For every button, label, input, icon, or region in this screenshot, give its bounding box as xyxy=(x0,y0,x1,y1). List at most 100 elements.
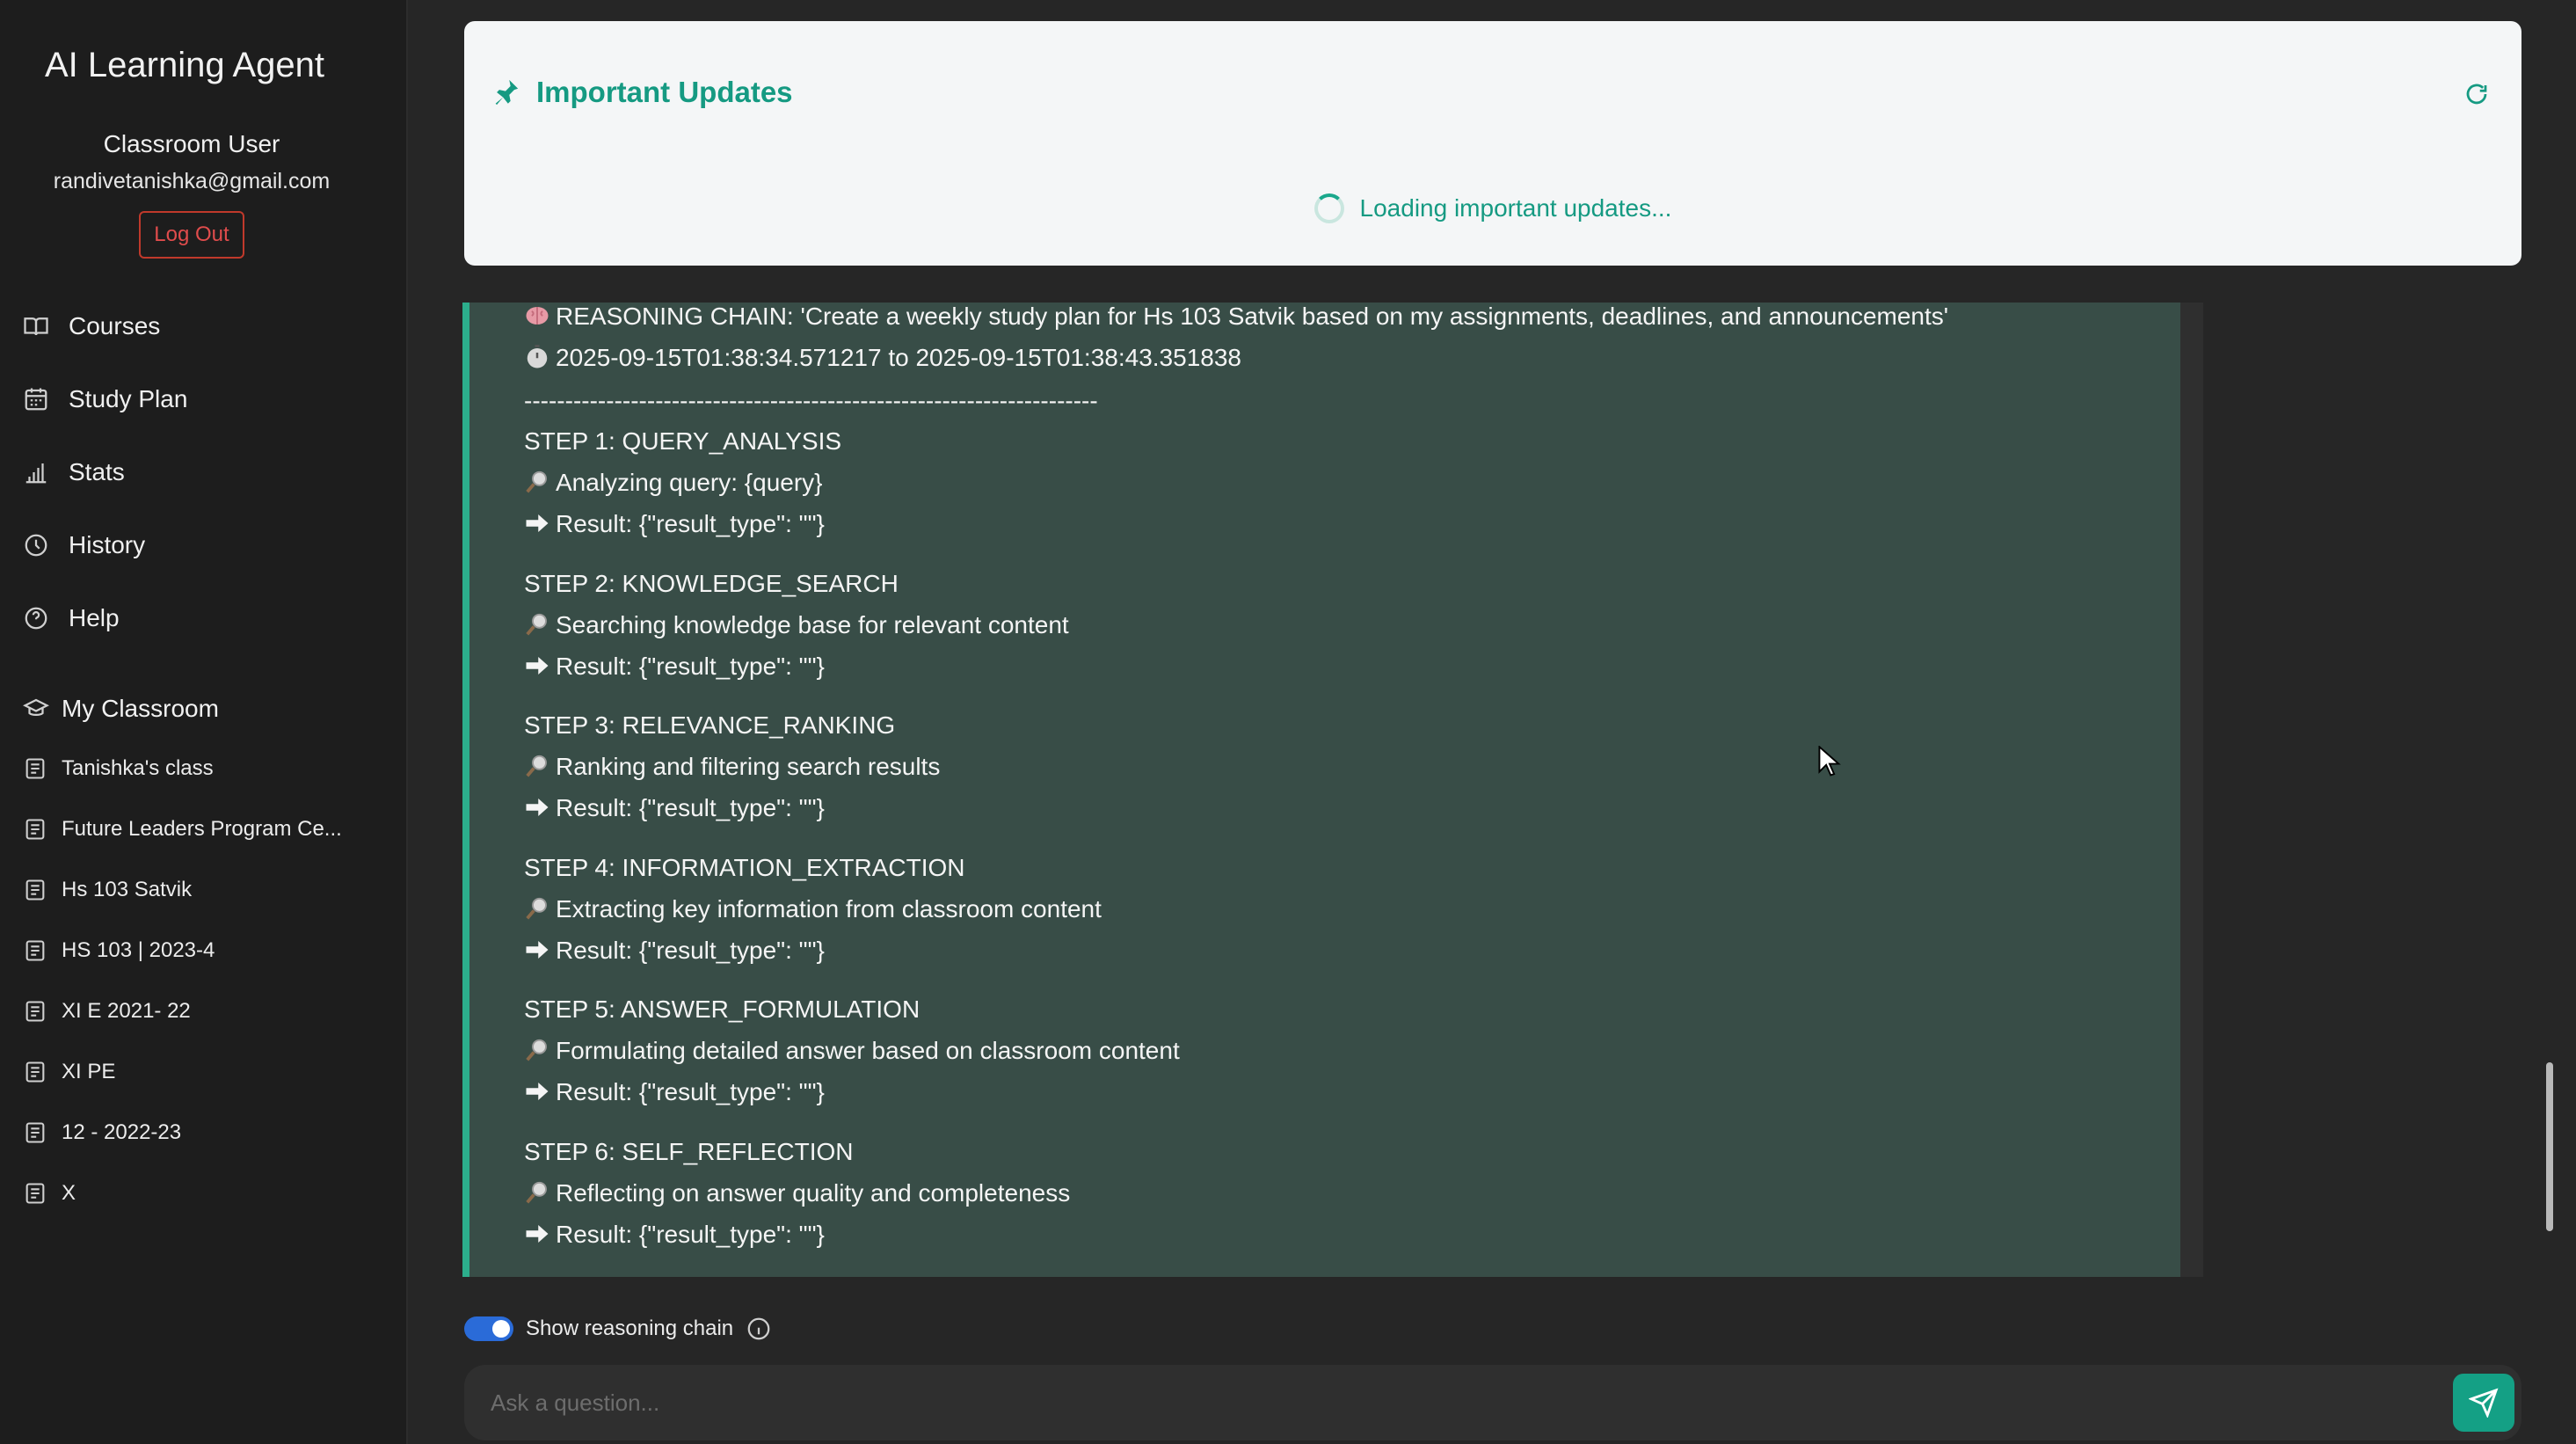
class-label: Tanishka's class xyxy=(62,756,214,780)
magnifier-icon xyxy=(526,755,547,777)
step-title: STEP 3: RELEVANCE_RANKING xyxy=(524,711,896,739)
document-icon xyxy=(25,819,45,840)
document-icon xyxy=(25,1122,45,1143)
class-item[interactable]: XI E 2021- 22 xyxy=(23,994,191,1029)
brain-icon xyxy=(526,307,549,325)
step-result-text: Result: {"result_type": ""} xyxy=(556,794,825,821)
step-result-text: Result: {"result_type": ""} xyxy=(556,653,825,680)
updates-title: Important Updates xyxy=(536,76,793,108)
step-result-text: Result: {"result_type": ""} xyxy=(556,510,825,537)
send-icon xyxy=(2469,1388,2499,1418)
help-circle-icon xyxy=(25,607,47,630)
loading-indicator: Loading important updates... xyxy=(464,193,2521,223)
document-icon xyxy=(25,1061,45,1083)
class-label: X xyxy=(62,1181,76,1205)
clock-icon xyxy=(25,534,47,557)
graduation-cap-icon xyxy=(23,698,49,716)
calendar-icon xyxy=(25,388,47,411)
step-action-text: Reflecting on answer quality and complet… xyxy=(556,1179,1071,1207)
step-result: Result: {"result_type": ""} xyxy=(524,1078,825,1106)
class-label: XI E 2021- 22 xyxy=(62,999,191,1023)
arrow-right-icon xyxy=(526,657,549,675)
sidebar: AI Learning Agent Classroom User randive… xyxy=(0,0,408,1444)
question-bar xyxy=(464,1365,2521,1440)
class-item[interactable]: 12 - 2022-23 xyxy=(23,1115,181,1150)
step-action: Analyzing query: {query} xyxy=(524,469,823,497)
my-classroom-header: My Classroom xyxy=(23,695,219,723)
step-title: STEP 1: QUERY_ANALYSIS xyxy=(524,427,842,455)
class-label: HS 103 | 2023-4 xyxy=(62,938,215,962)
document-icon xyxy=(25,940,45,961)
time-range-text: 2025-09-15T01:38:34.571217 to 2025-09-15… xyxy=(556,344,1241,371)
magnifier-icon xyxy=(526,1039,547,1061)
reasoning-toggle[interactable] xyxy=(464,1316,513,1341)
class-item[interactable]: Future Leaders Program Ce... xyxy=(23,812,342,847)
document-icon xyxy=(25,758,45,779)
info-icon[interactable] xyxy=(746,1316,772,1342)
document-icon xyxy=(25,1183,45,1204)
panel-edge xyxy=(2180,303,2203,1277)
classroom-header-label: My Classroom xyxy=(62,695,219,722)
important-updates-card: Important Updates Loading important upda… xyxy=(464,21,2521,266)
magnifier-icon xyxy=(526,1181,547,1204)
magnifier-icon xyxy=(526,613,547,636)
step-result: Result: {"result_type": ""} xyxy=(524,510,825,538)
reasoning-header-text: REASONING CHAIN: 'Create a weekly study … xyxy=(556,303,1949,330)
logout-button[interactable]: Log Out xyxy=(139,211,244,259)
step-action: Searching knowledge base for relevant co… xyxy=(524,611,1069,639)
class-item[interactable]: Hs 103 Satvik xyxy=(23,872,192,908)
question-input[interactable] xyxy=(491,1382,2425,1423)
step-title: STEP 2: KNOWLEDGE_SEARCH xyxy=(524,570,899,597)
magnifier-icon xyxy=(526,470,547,493)
toggle-label: Show reasoning chain xyxy=(526,1316,734,1340)
class-label: Future Leaders Program Ce... xyxy=(62,817,342,841)
step-title: STEP 4: INFORMATION_EXTRACTION xyxy=(524,854,965,881)
scrollbar-thumb[interactable] xyxy=(2546,1062,2553,1231)
main-content: Important Updates Loading important upda… xyxy=(410,0,2576,1444)
updates-header: Important Updates xyxy=(491,76,793,109)
arrow-right-icon xyxy=(526,799,549,816)
nav-item-stats[interactable]: Stats xyxy=(23,450,125,494)
nav-item-help[interactable]: Help xyxy=(23,596,120,640)
document-icon xyxy=(25,879,45,901)
step-result: Result: {"result_type": ""} xyxy=(524,937,825,965)
class-item[interactable]: Tanishka's class xyxy=(23,751,214,786)
user-name: Classroom User xyxy=(103,130,280,157)
class-label: XI PE xyxy=(62,1060,116,1083)
user-email: randivetanishka@gmail.com xyxy=(53,169,331,193)
step-result-text: Result: {"result_type": ""} xyxy=(556,1221,825,1248)
step-result-text: Result: {"result_type": ""} xyxy=(556,1078,825,1105)
refresh-icon[interactable] xyxy=(2463,81,2490,107)
step-action: Reflecting on answer quality and complet… xyxy=(524,1179,1070,1207)
class-label: Hs 103 Satvik xyxy=(62,878,193,901)
step-action: Extracting key information from classroo… xyxy=(524,895,1102,923)
nav-item-study-plan[interactable]: Study Plan xyxy=(23,377,187,421)
class-item[interactable]: HS 103 | 2023-4 xyxy=(23,933,215,968)
send-button[interactable] xyxy=(2453,1374,2514,1432)
reasoning-header: REASONING CHAIN: 'Create a weekly study … xyxy=(524,303,1948,331)
arrow-right-icon xyxy=(526,941,549,959)
nav-item-courses[interactable]: Courses xyxy=(23,304,160,348)
time-range: 2025-09-15T01:38:34.571217 to 2025-09-15… xyxy=(524,344,1241,372)
step-result: Result: {"result_type": ""} xyxy=(524,794,825,822)
nav-item-history[interactable]: History xyxy=(23,523,145,567)
nav-label: Courses xyxy=(69,312,161,339)
step-result-text: Result: {"result_type": ""} xyxy=(556,937,825,964)
mouse-cursor-icon xyxy=(1818,746,1841,777)
document-icon xyxy=(25,1001,45,1022)
step-title: STEP 6: SELF_REFLECTION xyxy=(524,1138,854,1165)
arrow-right-icon xyxy=(526,1225,549,1243)
arrow-right-icon xyxy=(526,514,549,532)
class-item[interactable]: X xyxy=(23,1176,76,1211)
nav-label: History xyxy=(69,531,146,558)
reasoning-toggle-row: Show reasoning chain xyxy=(464,1316,772,1342)
nav-label: Help xyxy=(69,604,120,631)
class-label: 12 - 2022-23 xyxy=(62,1120,182,1144)
nav-label: Stats xyxy=(69,458,125,485)
nav-label: Study Plan xyxy=(69,385,188,412)
step-action-text: Extracting key information from classroo… xyxy=(556,895,1102,923)
class-item[interactable]: XI PE xyxy=(23,1054,115,1090)
step-action: Ranking and filtering search results xyxy=(524,753,940,781)
app-title: AI Learning Agent xyxy=(44,46,325,84)
step-action-text: Formulating detailed answer based on cla… xyxy=(556,1037,1180,1064)
